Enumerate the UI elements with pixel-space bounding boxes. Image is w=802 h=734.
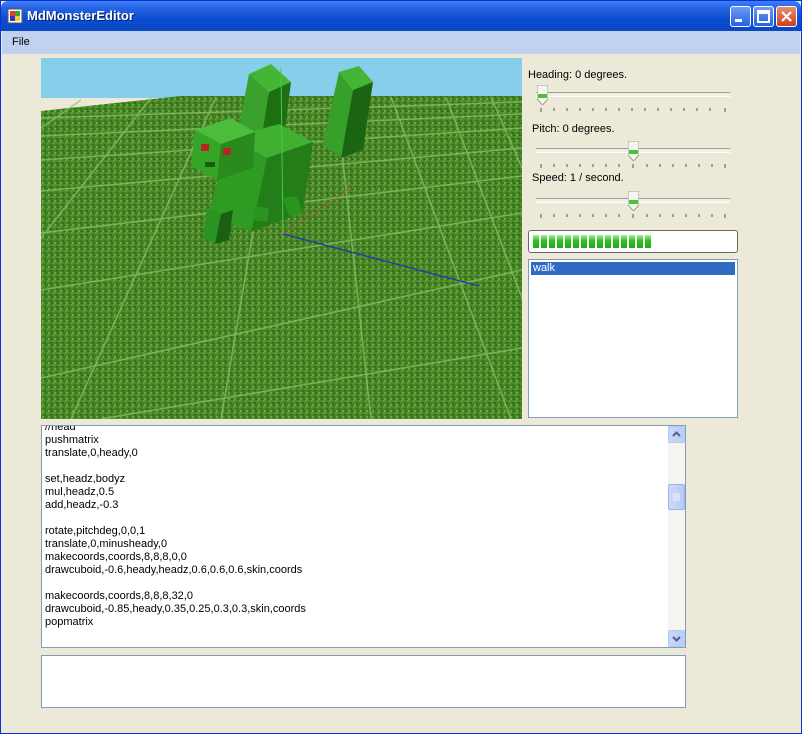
maximize-icon <box>757 10 770 23</box>
progress-segment <box>589 235 595 248</box>
progress-segment <box>549 235 555 248</box>
close-icon <box>781 11 792 22</box>
code-line[interactable]: popmatrix <box>45 616 665 629</box>
menu-file[interactable]: File <box>12 36 30 48</box>
heading-slider[interactable] <box>536 85 730 113</box>
app-window: MdMonsterEditor File Heading: 0 degrees.… <box>0 0 802 734</box>
chevron-down-icon <box>672 636 681 642</box>
progress-segment <box>581 235 587 248</box>
code-line[interactable]: //head <box>45 426 665 434</box>
heading-slider-track <box>536 92 730 97</box>
script-text[interactable]: //head pushmatrix translate,0,heady,0 set,… <box>45 426 665 629</box>
progress-segment <box>597 235 603 248</box>
progress-segment <box>533 235 539 248</box>
progress-bar <box>528 230 738 253</box>
scroll-up-button[interactable] <box>668 426 685 443</box>
code-line[interactable]: drawcuboid,-0.85,heady,0.35,0.25,0.3,0.3… <box>45 603 665 616</box>
progress-segment <box>605 235 611 248</box>
progress-segment <box>645 235 651 248</box>
code-line[interactable]: translate,0,minusheady,0 <box>45 538 665 551</box>
app-icon <box>7 8 23 24</box>
window-title: MdMonsterEditor <box>27 8 134 23</box>
pitch-label: Pitch: 0 degrees. <box>532 123 615 135</box>
code-line[interactable]: makecoords,coords,8,8,8,32,0 <box>45 590 665 603</box>
speed-slider-ticks <box>540 214 726 218</box>
code-line[interactable] <box>45 577 665 590</box>
heading-slider-ticks <box>540 108 726 112</box>
minimize-icon <box>735 19 742 22</box>
script-editor[interactable]: //head pushmatrix translate,0,heady,0 set,… <box>41 425 686 648</box>
grip-icon <box>673 493 680 501</box>
minimize-button[interactable] <box>730 6 751 27</box>
code-line[interactable]: set,headz,bodyz <box>45 473 665 486</box>
progress-segment <box>613 235 619 248</box>
code-line[interactable]: pushmatrix <box>45 434 665 447</box>
speed-slider[interactable] <box>536 191 730 219</box>
script-scrollbar[interactable] <box>668 426 685 647</box>
command-input[interactable] <box>41 655 686 708</box>
scene-render <box>41 58 522 419</box>
animation-list[interactable]: walk <box>528 259 738 418</box>
close-button[interactable] <box>776 6 797 27</box>
heading-label: Heading: 0 degrees. <box>528 69 628 81</box>
code-line[interactable]: add,headz,-0.3 <box>45 499 665 512</box>
speed-slider-thumb[interactable] <box>628 191 639 211</box>
heading-slider-thumb[interactable] <box>537 85 548 105</box>
progress-segment <box>541 235 547 248</box>
code-line[interactable] <box>45 512 665 525</box>
code-line[interactable]: rotate,pitchdeg,0,0,1 <box>45 525 665 538</box>
progress-segment <box>557 235 563 248</box>
list-item-walk[interactable]: walk <box>531 262 735 275</box>
pitch-slider[interactable] <box>536 141 730 169</box>
3d-viewport[interactable] <box>41 58 522 419</box>
speed-label: Speed: 1 / second. <box>532 172 624 184</box>
progress-segment <box>573 235 579 248</box>
maximize-button[interactable] <box>753 6 774 27</box>
chevron-up-icon <box>672 431 681 437</box>
progress-segment <box>629 235 635 248</box>
menu-bar: File <box>2 31 800 54</box>
title-bar[interactable]: MdMonsterEditor <box>1 1 801 31</box>
scroll-down-button[interactable] <box>668 630 685 647</box>
progress-segment <box>621 235 627 248</box>
progress-segment <box>565 235 571 248</box>
scroll-thumb[interactable] <box>668 484 685 510</box>
pitch-slider-thumb[interactable] <box>628 141 639 161</box>
pitch-slider-ticks <box>540 164 726 168</box>
progress-segment <box>637 235 643 248</box>
code-line[interactable]: translate,0,heady,0 <box>45 447 665 460</box>
code-line[interactable]: mul,headz,0.5 <box>45 486 665 499</box>
code-line[interactable]: drawcuboid,-0.6,heady,headz,0.6,0.6,0.6,… <box>45 564 665 577</box>
code-line[interactable]: makecoords,coords,8,8,8,0,0 <box>45 551 665 564</box>
code-line[interactable] <box>45 460 665 473</box>
